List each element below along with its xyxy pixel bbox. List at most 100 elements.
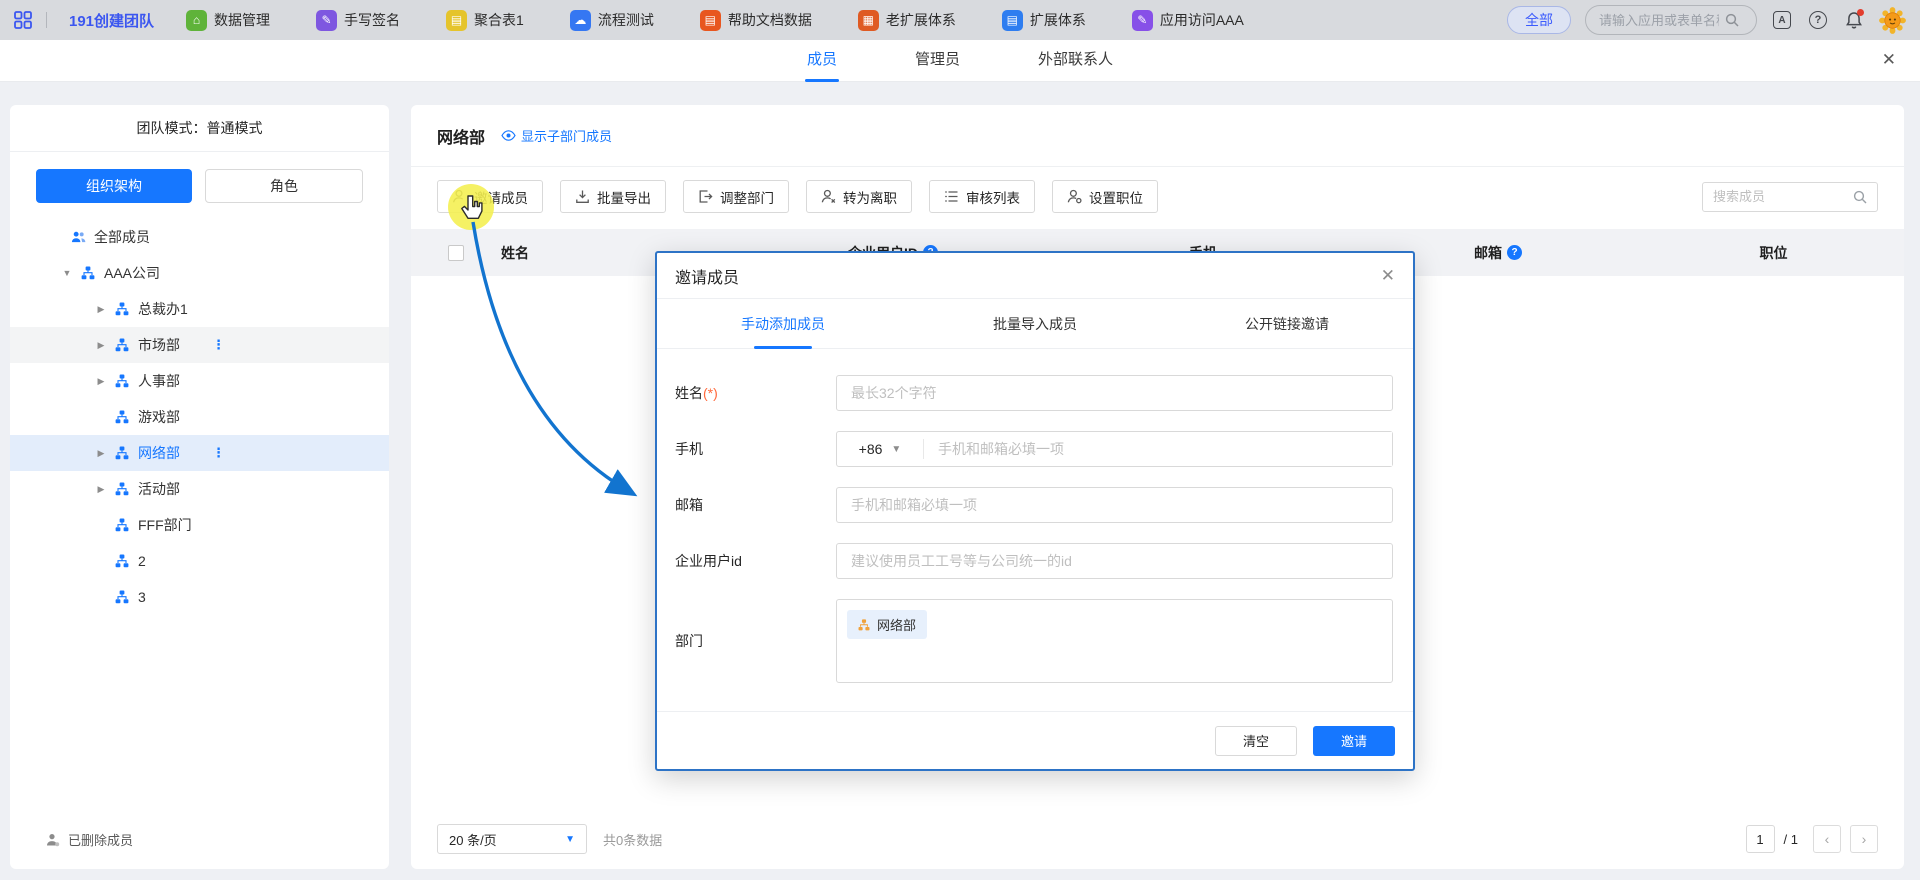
select-all-checkbox[interactable]: [448, 245, 464, 261]
tree-item-dept-selected[interactable]: ▶ 网络部 ⋮: [10, 435, 389, 471]
move-out-icon: [698, 189, 713, 204]
tab-manual-add[interactable]: 手动添加成员: [657, 299, 909, 348]
page-size-select[interactable]: 20 条/页 ▼: [437, 824, 587, 854]
people-group-icon: [71, 230, 86, 244]
country-code-select[interactable]: +86 ▼: [837, 441, 923, 457]
department-tag[interactable]: 网络部: [847, 610, 927, 639]
org-icon: [115, 482, 130, 496]
team-mode-label: 团队模式：普通模式: [10, 105, 389, 152]
search-icon: [1853, 190, 1867, 204]
tab-public-link[interactable]: 公开链接邀请: [1161, 299, 1413, 348]
mark-resigned-button[interactable]: 转为离职: [806, 180, 912, 213]
name-field[interactable]: [836, 375, 1393, 411]
team-name[interactable]: 191创建团队: [69, 10, 154, 31]
member-search[interactable]: [1702, 182, 1878, 212]
tree-item-label: 网络部: [138, 443, 180, 463]
notification-bell-icon[interactable]: [1843, 9, 1865, 31]
app-label: 聚合表1: [474, 10, 524, 30]
name-field-label: 姓名(*): [675, 383, 836, 403]
all-apps-filter[interactable]: 全部: [1507, 6, 1571, 34]
tree-item-label: 人事部: [138, 371, 180, 391]
next-page-button[interactable]: ›: [1850, 825, 1878, 853]
caret-right-icon[interactable]: ▶: [96, 448, 106, 459]
caret-right-icon[interactable]: ▶: [96, 484, 106, 495]
app-icon: ▤: [700, 10, 721, 31]
more-actions-icon[interactable]: ⋮: [212, 445, 225, 461]
total-pages-label: / 1: [1784, 832, 1798, 847]
adjust-department-button[interactable]: 调整部门: [683, 180, 789, 213]
review-list-button[interactable]: 审核列表: [929, 180, 1035, 213]
tree-item-dept[interactable]: 2: [10, 543, 389, 579]
department-tree: 全部成员 ▼ AAA公司 ▶ 总裁办1 ▶ 市场部 ⋮ ▶: [10, 219, 389, 615]
caret-right-icon[interactable]: ▶: [96, 304, 106, 315]
caret-right-icon[interactable]: ▶: [96, 376, 106, 387]
app-item-aggregate-table[interactable]: ▤ 聚合表1: [446, 10, 524, 31]
more-actions-icon[interactable]: ⋮: [212, 337, 225, 353]
department-field-label: 部门: [675, 631, 836, 651]
clear-button[interactable]: 清空: [1215, 726, 1297, 756]
user-avatar[interactable]: [1879, 7, 1906, 34]
modal-close-icon[interactable]: ✕: [1381, 266, 1395, 286]
tree-item-dept[interactable]: 3: [10, 579, 389, 615]
tree-item-company[interactable]: ▼ AAA公司: [10, 255, 389, 291]
deleted-members-link[interactable]: 已删除成员: [46, 830, 133, 849]
app-icon: ⌂: [186, 10, 207, 31]
caret-down-icon[interactable]: ▼: [62, 268, 72, 278]
total-count-label: 共0条数据: [603, 830, 662, 849]
topbar-divider: [46, 12, 47, 28]
app-icon: ▤: [446, 10, 467, 31]
tree-item-dept[interactable]: FFF部门: [10, 507, 389, 543]
show-sub-department-link[interactable]: 显示子部门成员: [501, 126, 612, 145]
tab-admins[interactable]: 管理员: [915, 40, 960, 82]
enterprise-user-id-field[interactable]: [836, 543, 1393, 579]
person-add-icon: [452, 189, 467, 204]
tab-batch-import[interactable]: 批量导入成员: [909, 299, 1161, 348]
apps-grid-icon[interactable]: [14, 11, 32, 29]
email-field[interactable]: [836, 487, 1393, 523]
member-search-input[interactable]: [1713, 189, 1847, 204]
app-label: 老扩展体系: [886, 10, 956, 30]
close-icon[interactable]: ✕: [1882, 50, 1896, 70]
tree-item-dept[interactable]: ▶ 人事部: [10, 363, 389, 399]
department-title: 网络部: [437, 124, 485, 148]
invite-member-button[interactable]: 邀请成员: [437, 180, 543, 213]
tree-item-all-members[interactable]: 全部成员: [10, 219, 389, 255]
help-icon[interactable]: ?: [1807, 9, 1829, 31]
deleted-person-icon: [46, 833, 60, 847]
tree-item-label: 2: [138, 553, 146, 569]
department-picker[interactable]: 网络部: [836, 599, 1393, 683]
user-id-field-label: 企业用户id: [675, 551, 836, 571]
tree-item-dept[interactable]: ▶ 市场部 ⋮: [10, 327, 389, 363]
global-search[interactable]: [1585, 5, 1757, 35]
help-tooltip-icon[interactable]: ?: [1507, 245, 1522, 260]
contacts-icon[interactable]: A: [1771, 9, 1793, 31]
prev-page-button[interactable]: ‹: [1813, 825, 1841, 853]
app-item-data-management[interactable]: ⌂ 数据管理: [186, 10, 270, 31]
set-position-button[interactable]: 设置职位: [1052, 180, 1158, 213]
tab-external-contacts[interactable]: 外部联系人: [1038, 40, 1113, 82]
app-item-signature[interactable]: ✎ 手写签名: [316, 10, 400, 31]
global-search-input[interactable]: [1599, 13, 1719, 28]
caret-right-icon[interactable]: ▶: [96, 340, 106, 351]
app-icon: ✎: [316, 10, 337, 31]
phone-field[interactable]: [924, 432, 1392, 466]
app-item-app-access[interactable]: ✎ 应用访问AAA: [1132, 10, 1244, 31]
role-tab[interactable]: 角色: [205, 169, 363, 203]
app-item-old-extension[interactable]: ▦ 老扩展体系: [858, 10, 956, 31]
tree-item-dept[interactable]: 游戏部: [10, 399, 389, 435]
tree-item-dept[interactable]: ▶ 总裁办1: [10, 291, 389, 327]
member-page-tabbar: 成员 管理员 外部联系人 ✕: [0, 40, 1920, 82]
invite-button[interactable]: 邀请: [1313, 726, 1395, 756]
app-icon: ✎: [1132, 10, 1153, 31]
tab-members[interactable]: 成员: [807, 40, 837, 82]
app-item-help-docs[interactable]: ▤ 帮助文档数据: [700, 10, 812, 31]
current-page-box[interactable]: 1: [1746, 825, 1775, 853]
org-structure-tab[interactable]: 组织架构: [36, 169, 192, 203]
app-label: 扩展体系: [1030, 10, 1086, 30]
app-icon: ▦: [858, 10, 879, 31]
app-item-flow-test[interactable]: ☁ 流程测试: [570, 10, 654, 31]
tree-item-dept[interactable]: ▶ 活动部: [10, 471, 389, 507]
batch-export-button[interactable]: 批量导出: [560, 180, 666, 213]
app-item-extension[interactable]: ▤ 扩展体系: [1002, 10, 1086, 31]
chevron-down-icon: ▼: [565, 834, 575, 845]
